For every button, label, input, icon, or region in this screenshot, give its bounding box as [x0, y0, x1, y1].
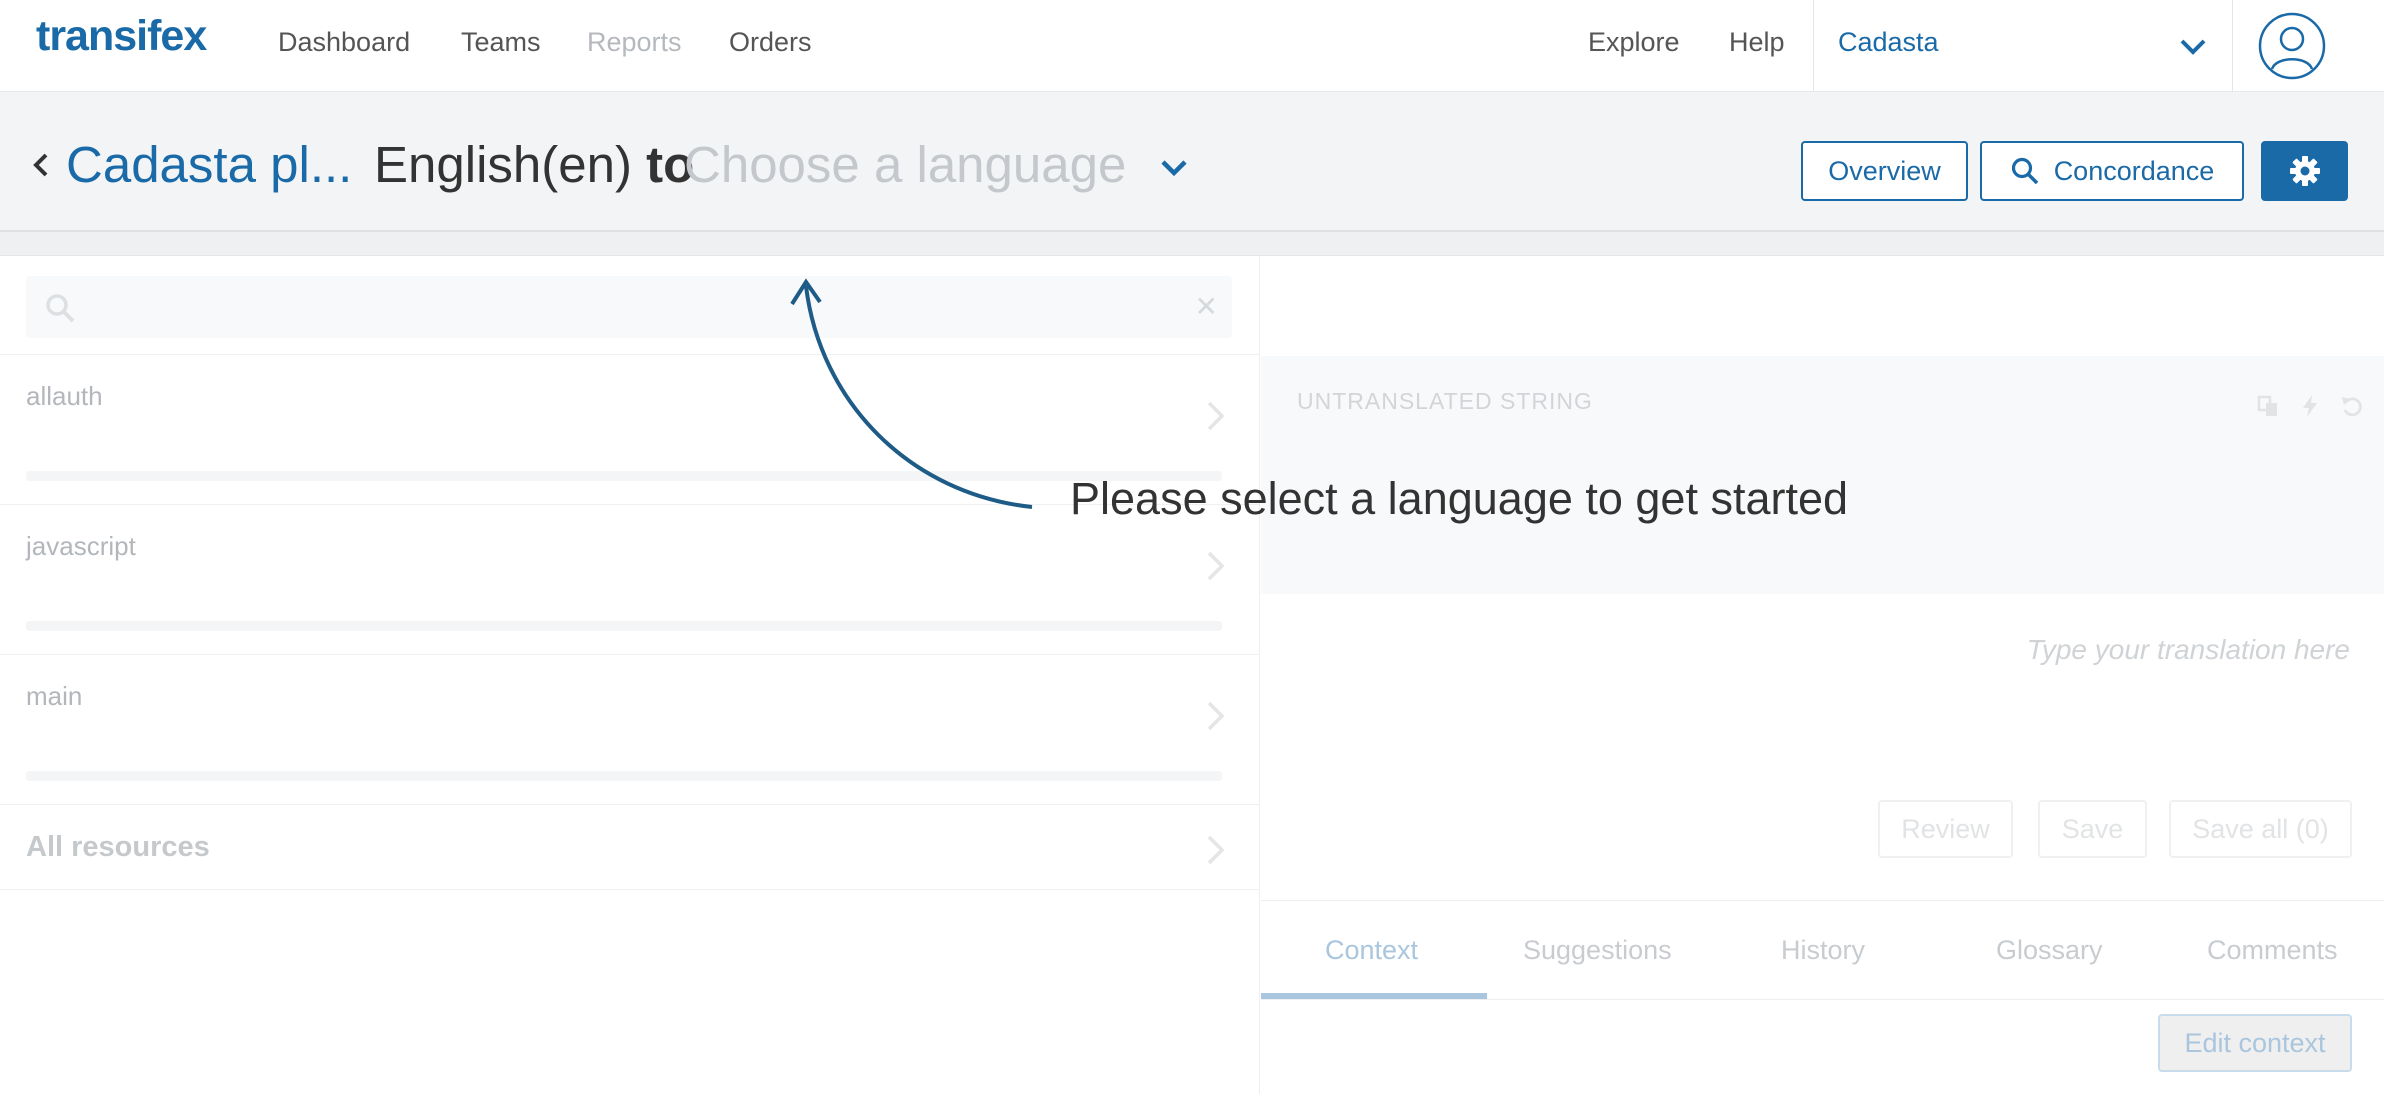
review-button[interactable]: Review — [1878, 800, 2013, 858]
chevron-right-icon — [1207, 551, 1225, 581]
resource-name: allauth — [26, 381, 103, 411]
save-button[interactable]: Save — [2038, 800, 2147, 858]
source-language-name: English(en) — [374, 136, 632, 193]
tab-glossary[interactable]: Glossary — [1996, 935, 2103, 966]
translation-input[interactable]: Type your translation here — [2027, 634, 2350, 666]
back-arrow-icon[interactable] — [30, 152, 52, 178]
organization-name: Cadasta — [1838, 27, 1939, 57]
transifex-logo[interactable]: transifex — [36, 12, 207, 61]
nav-help[interactable]: Help — [1729, 27, 1785, 58]
nav-orders[interactable]: Orders — [729, 27, 812, 58]
progress-bar — [26, 771, 1222, 781]
chevron-right-icon — [1207, 401, 1225, 431]
undo-icon[interactable] — [2340, 394, 2364, 418]
all-resources-label: All resources — [26, 831, 210, 863]
lightning-icon[interactable] — [2298, 394, 2322, 418]
pointer-arrow-icon — [790, 278, 1033, 509]
chevron-down-icon — [2180, 39, 2206, 55]
target-language-selector[interactable]: Choose a language — [684, 135, 1126, 194]
resource-item[interactable]: main — [0, 654, 1260, 804]
project-name[interactable]: Cadasta pl... — [66, 135, 352, 194]
string-tools — [2256, 394, 2364, 418]
all-resources-item[interactable]: All resources — [0, 804, 1260, 890]
concordance-button[interactable]: Concordance — [1980, 141, 2244, 201]
user-avatar-icon[interactable] — [2258, 12, 2326, 80]
source-language: English(en) to — [374, 135, 694, 194]
nav-teams[interactable]: Teams — [461, 27, 541, 58]
nav-explore[interactable]: Explore — [1588, 27, 1680, 58]
search-icon — [46, 294, 75, 323]
copy-icon[interactable] — [2256, 394, 2280, 418]
chevron-right-icon — [1207, 701, 1225, 731]
resource-name: main — [26, 681, 83, 711]
string-status-label: UNTRANSLATED STRING — [1297, 388, 1593, 414]
nav-dashboard[interactable]: Dashboard — [278, 27, 410, 58]
edit-context-button[interactable]: Edit context — [2158, 1014, 2352, 1072]
header-divider — [0, 232, 2384, 256]
tab-history[interactable]: History — [1781, 935, 1865, 966]
organization-selector[interactable]: Cadasta — [1813, 0, 2233, 92]
tab-context[interactable]: Context — [1325, 935, 1418, 966]
tab-suggestions[interactable]: Suggestions — [1523, 935, 1672, 966]
settings-button[interactable] — [2261, 141, 2348, 201]
clear-icon[interactable]: ✕ — [1195, 290, 1218, 323]
nav-reports[interactable]: Reports — [587, 27, 682, 58]
resource-name: javascript — [26, 531, 136, 561]
overview-button[interactable]: Overview — [1801, 141, 1968, 201]
search-icon — [2011, 157, 2038, 185]
concordance-label: Concordance — [2053, 155, 2215, 186]
chevron-right-icon — [1207, 835, 1225, 865]
resource-item[interactable]: javascript — [0, 504, 1260, 654]
progress-bar — [26, 621, 1222, 631]
active-tab-indicator — [1261, 993, 1487, 999]
save-all-button[interactable]: Save all (0) — [2169, 800, 2352, 858]
string-tabs: Context Suggestions History Glossary Com… — [1261, 900, 2384, 1000]
string-panel: UNTRANSLATED STRING Type your translatio… — [1261, 256, 2384, 1094]
select-language-hint: Please select a language to get started — [1070, 473, 1849, 524]
top-navigation: transifex Dashboard Teams Reports Orders… — [0, 0, 2384, 92]
gear-icon — [2289, 156, 2320, 186]
tab-comments[interactable]: Comments — [2207, 935, 2338, 966]
chevron-down-icon[interactable] — [1156, 150, 1192, 186]
editor-header: Cadasta pl... English(en) to Choose a la… — [0, 92, 2384, 232]
